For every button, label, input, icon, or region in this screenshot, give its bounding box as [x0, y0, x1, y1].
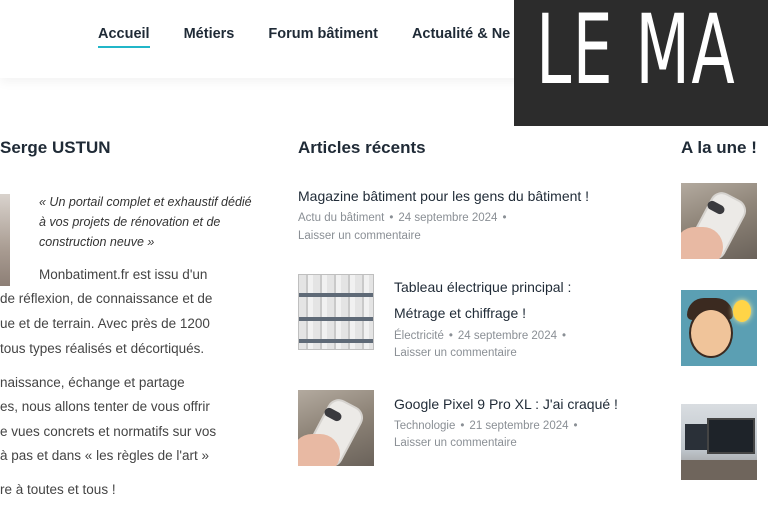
article-category[interactable]: Actu du bâtiment	[298, 212, 384, 224]
article-meta: Électricité • 24 septembre 2024 •	[394, 330, 567, 342]
banner-text: LE MA	[536, 0, 737, 106]
featured-cartoon-thumbnail[interactable]	[681, 290, 757, 366]
article-meta: Actu du bâtiment • 24 septembre 2024 •	[298, 212, 507, 224]
nav-item-actualite-news[interactable]: Actualité & Ne	[412, 26, 510, 48]
monitor-shape	[685, 424, 709, 450]
breaker-row	[299, 339, 373, 343]
about-line-3: ue et de terrain. Avec près de 1200	[0, 316, 210, 331]
phone-thumbnail[interactable]	[298, 390, 374, 466]
comment-link[interactable]: Laisser un commentaire	[394, 345, 517, 362]
monitor-shape	[707, 418, 755, 454]
about-line-5: naissance, échange et partage	[0, 375, 185, 390]
hand-shape	[298, 434, 340, 466]
article-title-tableau-line-1[interactable]: Tableau électrique principal :	[394, 274, 571, 300]
article-meta: Technologie • 21 septembre 2024 •	[394, 420, 578, 432]
about-line-1: Monbatiment.fr est issu d'un	[39, 267, 208, 282]
article-date: 24 septembre 2024	[398, 212, 498, 224]
article-title-magazine[interactable]: Magazine bâtiment pour les gens du bâtim…	[298, 183, 589, 209]
about-title: Serge USTUN	[0, 138, 111, 157]
lightbulb-icon	[733, 300, 751, 322]
article-category[interactable]: Technologie	[394, 420, 455, 432]
featured-office-thumbnail[interactable]	[681, 404, 757, 480]
article-date: 24 septembre 2024	[457, 330, 557, 342]
face-shape	[689, 308, 733, 358]
author-photo	[0, 194, 10, 286]
nav-item-accueil[interactable]: Accueil	[98, 26, 150, 48]
about-line-7: e vues concrets et normatifs sur vos	[0, 424, 217, 439]
featured-title: A la une !	[681, 138, 757, 157]
recent-articles-title: Articles récents	[298, 138, 426, 157]
about-line-9: re à toutes et tous !	[0, 482, 116, 497]
article-title-pixel[interactable]: Google Pixel 9 Pro XL : J'ai craqué !	[394, 391, 618, 417]
article-category[interactable]: Électricité	[394, 330, 444, 342]
comment-link[interactable]: Laisser un commentaire	[394, 435, 517, 452]
about-line-8: à pas et dans « les règles de l'art »	[0, 448, 209, 463]
about-line-4: tous types réalisés et décortiqués.	[0, 341, 205, 356]
featured-phone-thumbnail[interactable]	[681, 183, 757, 259]
desk-shape	[681, 460, 757, 480]
article-title-tableau-line-2[interactable]: Métrage et chiffrage !	[394, 300, 526, 326]
magazine-banner: LE MA	[514, 0, 768, 126]
breaker-row	[299, 317, 373, 321]
article-date: 21 septembre 2024	[469, 420, 569, 432]
main-nav: Accueil Métiers Forum bâtiment Actualité…	[98, 26, 510, 48]
electrical-panel-thumbnail[interactable]	[298, 274, 374, 350]
hand-shape	[681, 227, 723, 259]
about-line-2: de réflexion, de connaissance et de	[0, 291, 213, 306]
nav-item-forum-batiment[interactable]: Forum bâtiment	[268, 26, 378, 48]
about-line-6: es, nous allons tenter de vous offrir	[0, 399, 210, 414]
comment-link[interactable]: Laisser un commentaire	[298, 228, 421, 245]
breaker-row	[299, 293, 373, 297]
about-quote: « Un portail complet et exhaustif dédié …	[39, 195, 252, 249]
nav-item-metiers[interactable]: Métiers	[184, 26, 235, 48]
